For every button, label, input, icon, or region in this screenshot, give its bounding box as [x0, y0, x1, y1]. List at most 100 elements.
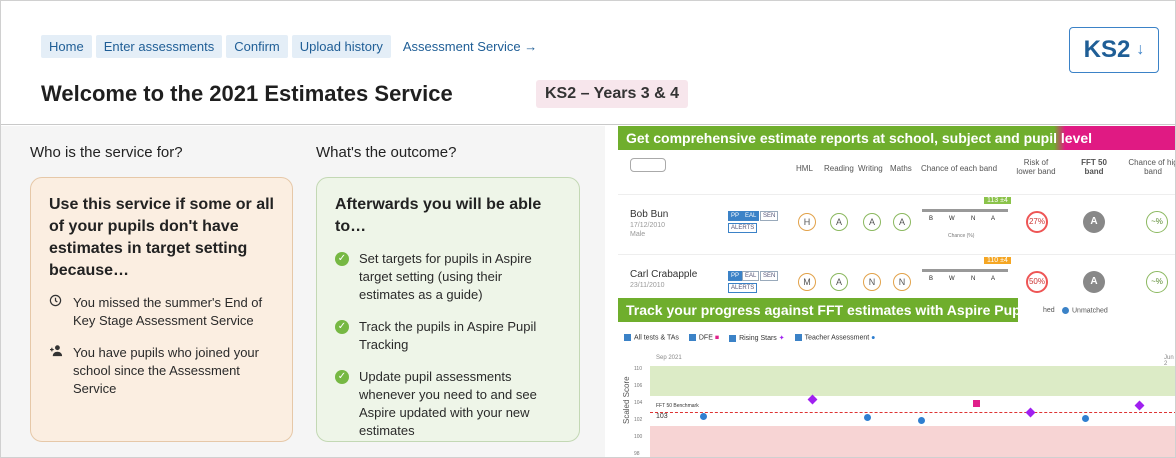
- col-hml: HML: [796, 164, 813, 173]
- table-row[interactable]: Bob Bun 17/12/2010 Male PP EAL SEN ALERT…: [618, 194, 1175, 254]
- legend-label: Teacher Assessment: [804, 334, 870, 342]
- who-heading: Who is the service for?: [30, 144, 183, 161]
- band-letter: A: [991, 216, 996, 222]
- col-writing: Writing: [858, 164, 883, 173]
- band-above: [650, 366, 1175, 396]
- outcome-item: ✓ Track the pupils in Aspire Pupil Track…: [335, 318, 561, 354]
- unmatched-filter[interactable]: Unmatched: [1062, 307, 1108, 314]
- pill-eal: EAL: [742, 271, 760, 281]
- check-circle-icon: ✓: [335, 370, 349, 384]
- band-letter: B: [929, 276, 934, 282]
- fft-band: A: [1083, 271, 1105, 293]
- risk-value: 50%: [1026, 271, 1048, 293]
- assessment-service-link[interactable]: Assessment Service →: [395, 35, 545, 58]
- y-tick: 106: [634, 383, 643, 389]
- data-point[interactable]: [1025, 407, 1036, 418]
- band-letter: A: [991, 276, 996, 282]
- clock-icon: [49, 294, 65, 330]
- pill-pp: PP: [728, 271, 743, 281]
- pupil-gender: Male: [630, 231, 646, 238]
- matched-label: hed: [1043, 307, 1055, 314]
- pupil-dob: 23/11/2010: [630, 282, 665, 289]
- y-tick: 100: [634, 434, 643, 440]
- outcome-item: ✓ Set targets for pupils in Aspire targe…: [335, 250, 561, 304]
- band-letter: N: [971, 216, 976, 222]
- benchmark-label: FFT 50 Benchmark: [656, 403, 699, 409]
- check-circle-icon: ✓: [335, 320, 349, 334]
- key-stage-tag: KS2 – Years 3 & 4: [536, 80, 689, 108]
- who-card-title: Use this service if some or all of your …: [49, 196, 274, 279]
- reports-table-header: HML Reading Writing Maths Chance of each…: [618, 154, 1176, 186]
- square-marker-icon: ■: [714, 334, 720, 342]
- benchmark-value: 103: [656, 413, 668, 420]
- outcome-item-text: Track the pupils in Aspire Pupil Trackin…: [359, 319, 537, 352]
- breadcrumb-enter-assessments[interactable]: Enter assessments: [95, 35, 223, 58]
- pill-pp: PP: [728, 211, 743, 221]
- preview-screenshots: Get comprehensive estimate reports at sc…: [618, 126, 1176, 457]
- band-letter: W: [949, 276, 955, 282]
- outcome-heading: What's the outcome?: [316, 144, 457, 161]
- check-circle-icon: [1062, 307, 1069, 314]
- alerts-badge[interactable]: ALERTS: [728, 283, 758, 293]
- page-frame: Home Enter assessments Confirm Upload hi…: [0, 0, 1176, 458]
- legend-all-tests[interactable]: All tests & TAs: [624, 334, 679, 342]
- legend-rising-stars[interactable]: Rising Stars ✦: [729, 334, 785, 342]
- band-below: [650, 426, 1175, 457]
- legend-label: Rising Stars: [739, 335, 777, 342]
- add-user-icon: [49, 344, 65, 398]
- fft-band: A: [1083, 211, 1105, 233]
- band-letter: B: [929, 216, 934, 222]
- reports-banner: Get comprehensive estimate reports at sc…: [618, 126, 1175, 150]
- who-item: You missed the summer's End of Key Stage…: [49, 294, 274, 330]
- band-bar: [922, 269, 1008, 272]
- data-point[interactable]: [807, 394, 818, 405]
- ks2-button-label: KS2: [1083, 36, 1131, 63]
- data-point[interactable]: [1134, 400, 1145, 411]
- col-risk-lower: Risk of lower band: [1016, 158, 1056, 176]
- y-tick: 102: [634, 417, 643, 423]
- breadcrumb-confirm[interactable]: Confirm: [226, 35, 288, 58]
- breadcrumb-home[interactable]: Home: [41, 35, 92, 58]
- pupil-dob: 17/12/2010: [630, 222, 666, 229]
- benchmark-line: [650, 412, 1175, 413]
- col-maths: Maths: [890, 164, 912, 173]
- dot-marker-icon: ●: [871, 334, 876, 342]
- alerts-badge[interactable]: ALERTS: [728, 223, 758, 233]
- ks2-download-button[interactable]: KS2 ↓: [1069, 27, 1159, 73]
- grade-reading: A: [830, 273, 848, 291]
- info-section: Who is the service for? What's the outco…: [1, 126, 605, 457]
- legend-label: All tests & TAs: [634, 334, 679, 342]
- band-letter: W: [949, 216, 955, 222]
- data-point[interactable]: [918, 417, 925, 424]
- checkbox-icon: [729, 334, 737, 342]
- band-estimate: 110 ±4: [984, 257, 1011, 264]
- pill-eal: EAL: [742, 211, 760, 221]
- unmatched-label: Unmatched: [1072, 307, 1108, 315]
- checkbox-icon: [688, 334, 696, 341]
- header: Home Enter assessments Confirm Upload hi…: [1, 1, 1175, 125]
- y-axis-label: Scaled Score: [622, 376, 631, 424]
- arrow-down-icon: ↓: [1136, 41, 1145, 58]
- outcome-item-text: Set targets for pupils in Aspire target …: [359, 251, 532, 302]
- outcome-card: Afterwards you will be able to… ✓ Set ta…: [316, 177, 580, 442]
- data-point[interactable]: [864, 414, 871, 421]
- col-chance-band: Chance of each band: [921, 164, 998, 173]
- col-chance-higher: Chance of hig band: [1128, 158, 1176, 176]
- date-start: Sep 2021: [656, 355, 682, 361]
- checkbox-icon: [794, 334, 802, 341]
- outcome-item: ✓ Update pupil assessments whenever you …: [335, 368, 561, 440]
- grade-maths: N: [893, 273, 911, 291]
- data-point[interactable]: [973, 400, 980, 407]
- chance-higher: ~%: [1146, 271, 1168, 293]
- pupil-name: Bob Bun: [630, 209, 669, 220]
- pill-sen: SEN: [760, 211, 779, 221]
- chance-label: Chance (%): [948, 233, 975, 239]
- legend-dfe[interactable]: DFE ■: [688, 334, 720, 342]
- checkbox-icon: [624, 334, 631, 341]
- breadcrumb-upload-history[interactable]: Upload history: [291, 35, 391, 58]
- grade-writing: N: [863, 273, 881, 291]
- data-point[interactable]: [700, 413, 707, 420]
- legend-teacher-assessment[interactable]: Teacher Assessment ●: [794, 334, 876, 342]
- grade-maths: A: [893, 213, 911, 231]
- data-point[interactable]: [1082, 415, 1089, 422]
